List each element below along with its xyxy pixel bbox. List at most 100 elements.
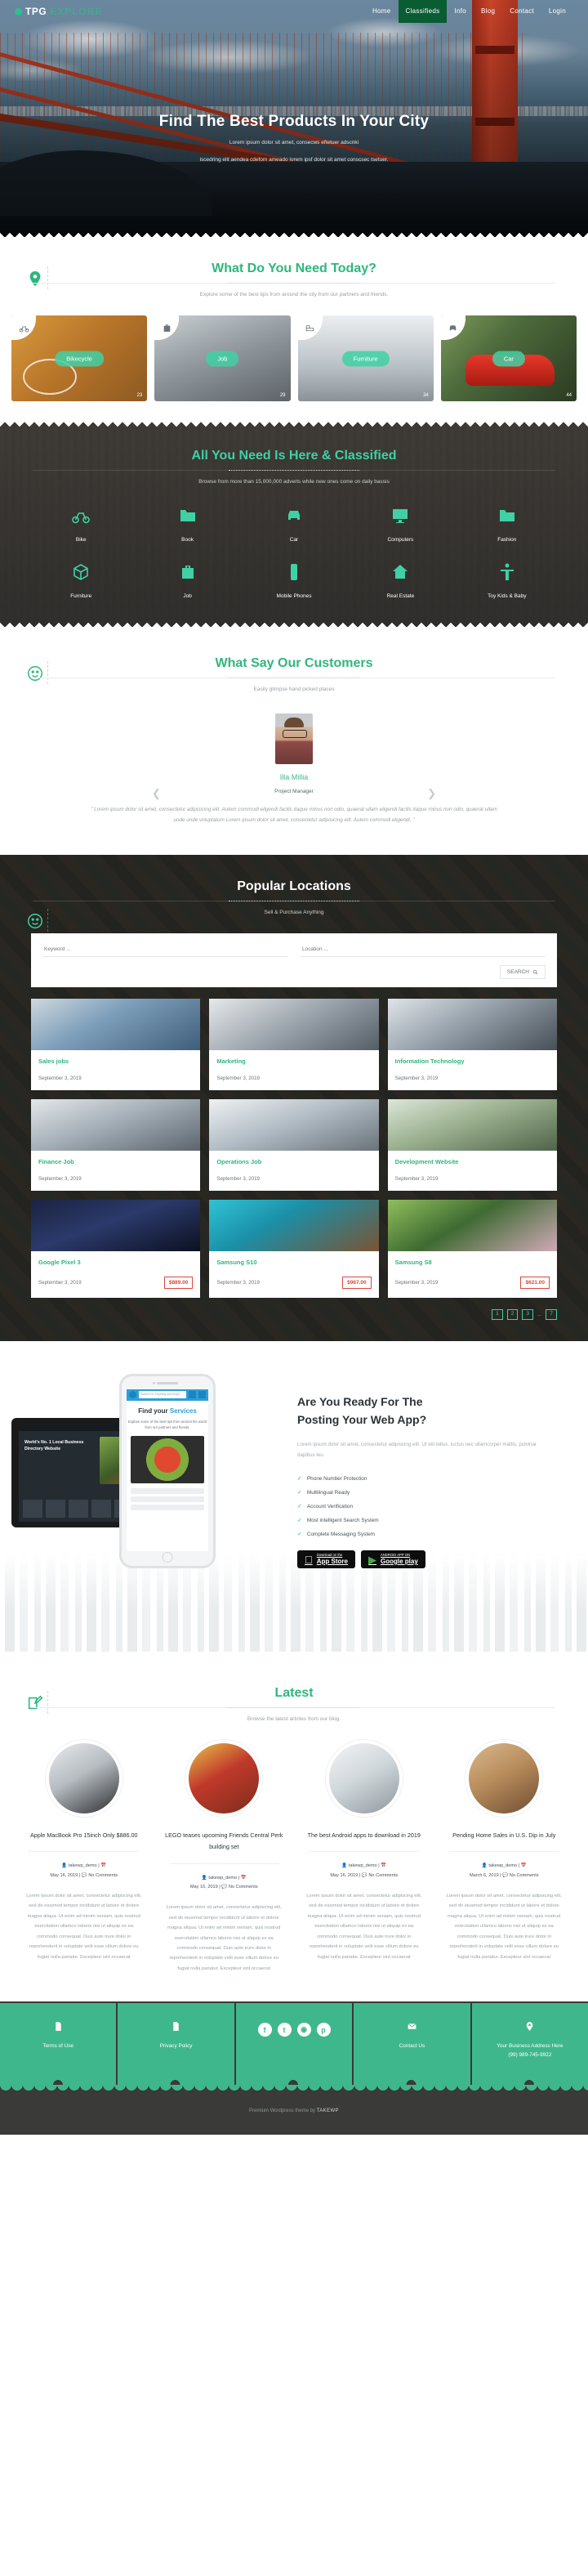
keyword-input[interactable] (42, 943, 287, 958)
heading-rule (33, 283, 555, 284)
location-input[interactable] (301, 943, 546, 958)
latest-title: Latest (274, 1685, 314, 1700)
blog-card[interactable]: The best Android apps to download in 201… (298, 1742, 430, 1974)
listing-card[interactable]: Marketing September 3, 2019 (209, 999, 379, 1091)
popular-locations-section: Popular Locations Sell & Purchase Anythi… (0, 855, 588, 1341)
listing-card[interactable]: Operations Job September 3, 2019 (209, 1099, 379, 1192)
blog-excerpt: Lorem ipsum dolor sit amet, consectetur … (306, 1893, 422, 1960)
nav-item-info[interactable]: Info (447, 0, 474, 23)
footer-address-line-1: Your Business Address Here (497, 2043, 564, 2050)
blog-thumbnail (328, 1742, 399, 1813)
classified-item-computers[interactable]: Computers (347, 506, 453, 543)
search-button[interactable]: SEARCH (499, 965, 546, 980)
logo-dot-icon (15, 7, 22, 16)
blog-date: May 16, 2019 (189, 1885, 218, 1890)
car-icon (287, 511, 300, 520)
classified-bottom-zigzag (0, 619, 588, 627)
carousel-prev-button[interactable]: ❮ (152, 787, 161, 800)
pagination-page-2[interactable]: 2 (506, 1309, 519, 1320)
nav-item-contact[interactable]: Contact (502, 0, 541, 23)
carousel-next-button[interactable]: ❯ (427, 787, 436, 800)
edit-icon (24, 1693, 46, 1714)
nav-item-login[interactable]: Login (541, 0, 573, 23)
listing-title: Google Pixel 3 (38, 1259, 81, 1267)
google-play-badge[interactable]: ▶ ANDROID APP ON Google play (360, 1550, 425, 1569)
pagination-page-7[interactable]: 7 (546, 1309, 557, 1320)
footer-privacy-policy[interactable]: Privacy Policy (116, 2003, 234, 2086)
classified-item-job[interactable]: Job (134, 562, 240, 599)
site-footer: Terms of Use Privacy Policy f t ◉ p Cont… (0, 2001, 588, 2135)
classified-item-mobile-phones[interactable]: Mobile Phones (241, 562, 347, 599)
testimonial-author-name: Illa Millia (279, 773, 309, 781)
phone-menu-icon (198, 1391, 206, 1399)
listing-card[interactable]: Sales jobs September 3, 2019 (31, 999, 201, 1091)
listing-card[interactable]: Samsung S10 September 3, 2019 $967.00 (209, 1200, 379, 1299)
pagination-page-1[interactable]: 1 (492, 1309, 503, 1320)
classified-item-toy-kids-baby[interactable]: Toy Kids & Baby (454, 562, 560, 599)
listing-title: Finance Job (38, 1158, 74, 1166)
blog-divider (169, 1863, 278, 1864)
listing-image (209, 1200, 379, 1252)
listing-card[interactable]: Information Technology September 3, 2019 (387, 999, 557, 1091)
listing-card[interactable]: Development Website September 3, 2019 (387, 1099, 557, 1192)
blog-title: Pending Home Sales in U.S. Dip in July (452, 1831, 556, 1839)
classified-item-real-estate[interactable]: Real Estate (347, 562, 453, 599)
listing-date: September 3, 2019 (216, 1176, 260, 1183)
footer-terms-of-use[interactable]: Terms of Use (0, 2003, 117, 2086)
category-card-bikecycle[interactable]: Bikecycle 23 (11, 315, 148, 401)
twitter-icon[interactable]: t (277, 2023, 292, 2037)
blog-card[interactable]: LEGO teases upcoming Friends Central Per… (158, 1742, 291, 1974)
social-links: f t ◉ p (241, 2023, 347, 2037)
device-mockups: World's No. 1 Local Business Directory W… (11, 1373, 291, 1586)
facebook-icon[interactable]: f (257, 2023, 272, 2037)
phone-camera (153, 1381, 155, 1384)
classified-item-bike[interactable]: Bike (28, 506, 134, 543)
blog-grid: Apple MacBook Pro 15inch Only $886.00 👤 … (0, 1729, 588, 1974)
blog-date: May 16, 2019 (330, 1873, 359, 1879)
listing-date: September 3, 2019 (38, 1280, 82, 1286)
nav-item-classifieds[interactable]: Classifieds (398, 0, 448, 23)
app-store-badge[interactable]:  Download on the App Store (297, 1550, 355, 1569)
blog-title: Apple MacBook Pro 15inch Only $886.00 (30, 1831, 138, 1839)
author-icon: 👤 (201, 1875, 207, 1881)
check-icon: ✓ (297, 1532, 302, 1538)
calendar-icon: 📅 (381, 1863, 387, 1869)
promo-feature-list: ✓ Phone Number Protection ✓ Multilingual R… (297, 1475, 567, 1538)
site-logo[interactable]: TPG EXPLORE (15, 6, 103, 17)
classified-item-furniture[interactable]: Furniture (28, 562, 134, 599)
category-card-car[interactable]: Car 44 (440, 315, 577, 401)
classified-item-fashion[interactable]: Fashion (454, 506, 560, 543)
phone-home-button (162, 1551, 173, 1563)
listing-title: Samsung S8 (394, 1259, 432, 1267)
category-card-furniture[interactable]: Furniture 34 (297, 315, 434, 401)
home-icon (393, 565, 408, 579)
blog-card[interactable]: Apple MacBook Pro 15inch Only $886.00 👤 … (18, 1742, 150, 1974)
nav-item-blog[interactable]: Blog (474, 0, 502, 23)
footer-contact-us[interactable]: Contact Us (352, 2003, 470, 2086)
category-label: Job (206, 351, 239, 366)
check-icon: ✓ (297, 1504, 302, 1510)
phone-speaker (157, 1381, 178, 1384)
category-card-job[interactable]: Job 29 (154, 315, 291, 401)
category-count: 23 (136, 393, 143, 398)
pagination-page-3[interactable]: 3 (522, 1309, 533, 1320)
listing-card[interactable]: Finance Job September 3, 2019 (31, 1099, 201, 1192)
listing-card[interactable]: Google Pixel 3 September 3, 2019 $889.00 (31, 1200, 201, 1299)
app-promo-section: World's No. 1 Local Business Directory W… (0, 1340, 588, 1652)
blog-author: takewp_demo (348, 1863, 377, 1869)
phone-search-icon (189, 1391, 196, 1399)
pinterest-icon[interactable]: p (316, 2023, 331, 2037)
category-count: 34 (423, 393, 429, 398)
comment-icon: 💬 (502, 1873, 509, 1879)
listing-image (209, 1099, 379, 1152)
feature-label: Account Verification (306, 1503, 354, 1509)
calendar-icon: 📅 (240, 1875, 247, 1881)
nav-item-home[interactable]: Home (365, 0, 399, 23)
blog-excerpt: Lorem ipsum dolor sit amet, consectetur … (446, 1893, 562, 1960)
classified-item-car[interactable]: Car (241, 506, 347, 543)
blog-card[interactable]: Pending Home Sales in U.S. Dip in July 👤… (439, 1742, 571, 1974)
listing-card[interactable]: Samsung S8 September 3, 2019 $621.00 (387, 1200, 557, 1299)
instagram-icon[interactable]: ◉ (296, 2023, 311, 2037)
classified-item-book[interactable]: Book (134, 506, 240, 543)
avatar (275, 713, 313, 764)
